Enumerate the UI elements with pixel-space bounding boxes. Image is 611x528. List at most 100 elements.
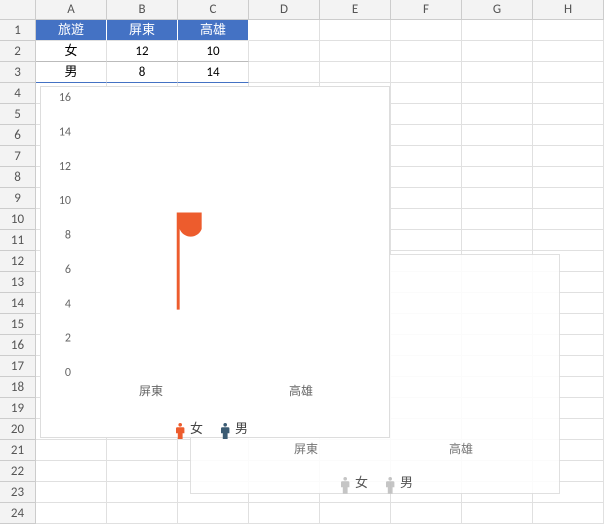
cell-H24[interactable] — [533, 503, 604, 524]
cell-H6[interactable] — [533, 125, 604, 146]
cell-G9[interactable] — [462, 188, 533, 209]
col-header-E[interactable]: E — [320, 0, 391, 20]
row-header-3[interactable]: 3 — [0, 62, 36, 83]
cell-F7[interactable] — [391, 146, 462, 167]
col-header-D[interactable]: D — [249, 0, 320, 20]
row-header-8[interactable]: 8 — [0, 167, 36, 188]
cell-H11[interactable] — [533, 230, 604, 251]
cell-B3[interactable]: 8 — [107, 62, 178, 83]
row-header-19[interactable]: 19 — [0, 398, 36, 419]
cell-D1[interactable] — [249, 20, 320, 41]
y-tick: 16 — [59, 91, 71, 105]
cell-F1[interactable] — [391, 20, 462, 41]
cell-A1[interactable]: 旅遊 — [36, 20, 107, 41]
cell-H10[interactable] — [533, 209, 604, 230]
row-header-7[interactable]: 7 — [0, 146, 36, 167]
cell-B24[interactable] — [107, 503, 178, 524]
row-header-22[interactable]: 22 — [0, 461, 36, 482]
cell-G10[interactable] — [462, 209, 533, 230]
cell-F3[interactable] — [391, 62, 462, 83]
cell-E3[interactable] — [320, 62, 391, 83]
cell-A22[interactable] — [36, 461, 107, 482]
row-header-2[interactable]: 2 — [0, 41, 36, 62]
cell-G4[interactable] — [462, 83, 533, 104]
col-header-C[interactable]: C — [178, 0, 249, 20]
cell-H1[interactable] — [533, 20, 604, 41]
row-header-6[interactable]: 6 — [0, 125, 36, 146]
cell-E1[interactable] — [320, 20, 391, 41]
cell-D3[interactable] — [249, 62, 320, 83]
cell-C1[interactable]: 高雄 — [178, 20, 249, 41]
cell-A21[interactable] — [36, 440, 107, 461]
col-header-A[interactable]: A — [36, 0, 107, 20]
row-header-16[interactable]: 16 — [0, 335, 36, 356]
cell-G11[interactable] — [462, 230, 533, 251]
cell-G6[interactable] — [462, 125, 533, 146]
cell-G24[interactable] — [462, 503, 533, 524]
cell-E24[interactable] — [320, 503, 391, 524]
cell-F2[interactable] — [391, 41, 462, 62]
cell-D2[interactable] — [249, 41, 320, 62]
row-header-17[interactable]: 17 — [0, 356, 36, 377]
svg-text:男: 男 — [235, 422, 248, 437]
cell-F9[interactable] — [391, 188, 462, 209]
row-header-5[interactable]: 5 — [0, 104, 36, 125]
col-header-F[interactable]: F — [391, 0, 462, 20]
cell-G8[interactable] — [462, 167, 533, 188]
row-header-21[interactable]: 21 — [0, 440, 36, 461]
cell-H4[interactable] — [533, 83, 604, 104]
svg-text:男: 男 — [400, 476, 413, 491]
cell-H5[interactable] — [533, 104, 604, 125]
col-header-G[interactable]: G — [462, 0, 533, 20]
row-header-23[interactable]: 23 — [0, 482, 36, 503]
cell-G2[interactable] — [462, 41, 533, 62]
row-header-10[interactable]: 10 — [0, 209, 36, 230]
cell-A2[interactable]: 女 — [36, 41, 107, 62]
cell-C24[interactable] — [178, 503, 249, 524]
chart-object-1[interactable]: 0246810121416 屏東 高雄 女 男 — [40, 86, 390, 438]
cell-E2[interactable] — [320, 41, 391, 62]
cell-H7[interactable] — [533, 146, 604, 167]
cell-F8[interactable] — [391, 167, 462, 188]
cell-B21[interactable] — [107, 440, 178, 461]
row-header-15[interactable]: 15 — [0, 314, 36, 335]
cell-F4[interactable] — [391, 83, 462, 104]
cell-G3[interactable] — [462, 62, 533, 83]
row-header-24[interactable]: 24 — [0, 503, 36, 524]
cell-F24[interactable] — [391, 503, 462, 524]
row-header-13[interactable]: 13 — [0, 272, 36, 293]
cell-F11[interactable] — [391, 230, 462, 251]
cell-H3[interactable] — [533, 62, 604, 83]
cell-C2[interactable]: 10 — [178, 41, 249, 62]
cell-B22[interactable] — [107, 461, 178, 482]
cell-B1[interactable]: 屏東 — [107, 20, 178, 41]
row-header-14[interactable]: 14 — [0, 293, 36, 314]
cell-H8[interactable] — [533, 167, 604, 188]
person-icon — [313, 97, 391, 310]
col-header-H[interactable]: H — [533, 0, 604, 20]
select-all-corner[interactable] — [0, 0, 36, 20]
row-header-20[interactable]: 20 — [0, 419, 36, 440]
cell-A23[interactable] — [36, 482, 107, 503]
cell-H2[interactable] — [533, 41, 604, 62]
cell-D24[interactable] — [249, 503, 320, 524]
row-header-1[interactable]: 1 — [0, 20, 36, 41]
row-header-18[interactable]: 18 — [0, 377, 36, 398]
cell-H9[interactable] — [533, 188, 604, 209]
cell-G5[interactable] — [462, 104, 533, 125]
cell-F6[interactable] — [391, 125, 462, 146]
row-header-12[interactable]: 12 — [0, 251, 36, 272]
cell-A24[interactable] — [36, 503, 107, 524]
cell-B2[interactable]: 12 — [107, 41, 178, 62]
cell-F5[interactable] — [391, 104, 462, 125]
cell-B23[interactable] — [107, 482, 178, 503]
cell-A3[interactable]: 男 — [36, 62, 107, 83]
row-header-9[interactable]: 9 — [0, 188, 36, 209]
cell-F10[interactable] — [391, 209, 462, 230]
row-header-11[interactable]: 11 — [0, 230, 36, 251]
cell-G1[interactable] — [462, 20, 533, 41]
col-header-B[interactable]: B — [107, 0, 178, 20]
cell-C3[interactable]: 14 — [178, 62, 249, 83]
row-header-4[interactable]: 4 — [0, 83, 36, 104]
cell-G7[interactable] — [462, 146, 533, 167]
